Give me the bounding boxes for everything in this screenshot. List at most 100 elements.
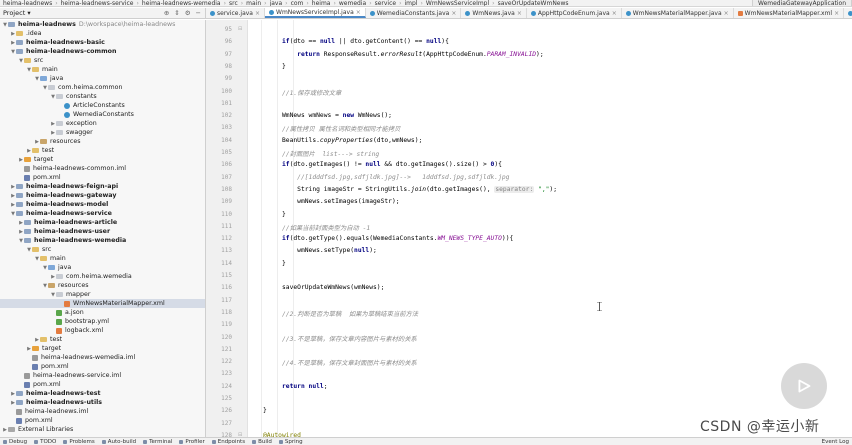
editor-tab[interactable]: WmNewsMaterialMapper.java × — [622, 8, 734, 18]
tree-node[interactable]: ▼ main — [0, 65, 205, 74]
tool-window-button[interactable]: Auto-build — [101, 439, 136, 445]
tree-node[interactable]: ▶ External Libraries — [0, 425, 205, 434]
tree-node[interactable]: ▼ resources — [0, 281, 205, 290]
tree-node[interactable]: ▶ heima-leadnews-gateway — [0, 191, 205, 200]
close-icon[interactable]: × — [834, 10, 839, 17]
line-number-gutter: 95 96 97 98 99 100 101 102 103 104 105 106 107 108 109… — [206, 20, 248, 437]
tree-node[interactable]: ▼ constants — [0, 92, 205, 101]
tree-node[interactable]: ▶ swagger — [0, 128, 205, 137]
tree-node[interactable]: heima-leadnews-wemedia.iml — [0, 353, 205, 362]
close-icon[interactable]: × — [356, 9, 361, 16]
fold-marker-icon[interactable]: ⊟ — [238, 26, 242, 32]
tree-node[interactable]: WemediaConstants — [0, 110, 205, 119]
tree-node[interactable]: ▶ heima-leadnews-feign-api — [0, 182, 205, 191]
tree-node[interactable]: ▶ exception — [0, 119, 205, 128]
close-icon[interactable]: × — [724, 10, 729, 17]
tree-node[interactable]: heima-leadnews.iml — [0, 407, 205, 416]
tree-node[interactable]: ▶ heima-leadnews-test — [0, 389, 205, 398]
close-icon[interactable]: × — [255, 10, 260, 17]
tree-node[interactable]: logback.xml — [0, 326, 205, 335]
tree-node[interactable]: pom.xml — [0, 380, 205, 389]
breadcrumb-item[interactable]: main — [243, 0, 264, 6]
editor-tab[interactable]: WmNews.java × — [461, 8, 527, 18]
breadcrumb-item[interactable]: impl — [402, 0, 421, 6]
gear-icon[interactable]: ⚙ — [185, 9, 191, 17]
tree-node[interactable]: ▼ java — [0, 263, 205, 272]
close-icon[interactable]: × — [451, 10, 456, 17]
breadcrumb-item[interactable]: src — [226, 0, 241, 6]
tree-node[interactable]: ▼ heima-leadnews-service — [0, 209, 205, 218]
tree-node[interactable]: pom.xml — [0, 362, 205, 371]
tree-node[interactable]: ▶ test — [0, 146, 205, 155]
tree-node[interactable]: ▼ src — [0, 245, 205, 254]
close-icon[interactable]: × — [517, 10, 522, 17]
tree-node[interactable]: ▼ java — [0, 74, 205, 83]
tree-node-label: heima-leadnews-wemedia.iml — [41, 354, 136, 361]
tree-node[interactable]: ▼ heima-leadnews-wemedia — [0, 236, 205, 245]
tree-node[interactable]: ▼ main — [0, 254, 205, 263]
video-play-button[interactable] — [781, 363, 827, 409]
breadcrumb-item[interactable]: com — [288, 0, 307, 6]
event-log-button[interactable]: Event Log — [822, 439, 852, 445]
breadcrumb-item[interactable]: service — [372, 0, 400, 6]
tree-node[interactable]: ▼ mapper — [0, 290, 205, 299]
tree-node[interactable]: ▶ heima-leadnews-article — [0, 218, 205, 227]
tree-node[interactable]: bootstrap.yml — [0, 317, 205, 326]
tool-window-button[interactable]: TODO — [34, 439, 56, 445]
tool-window-button[interactable]: Build — [252, 439, 272, 445]
tree-node[interactable]: ▼ heima-leadnews D:\workspace\heima-leadne… — [0, 20, 205, 29]
tree-node[interactable]: a.json — [0, 308, 205, 317]
tree-node[interactable]: ▶ target — [0, 344, 205, 353]
tree-node[interactable]: pom.xml — [0, 416, 205, 425]
project-view-selector[interactable]: Project ▾ — [3, 9, 31, 17]
tree-node[interactable]: heima-leadnews-service.iml — [0, 371, 205, 380]
editor-tab[interactable]: WmNewsServiceImpl.java × — [265, 8, 366, 18]
tree-node[interactable]: ArticleConstants — [0, 101, 205, 110]
tree-node[interactable]: WmNewsMaterialMapper.xml — [0, 299, 205, 308]
breadcrumb-item[interactable]: saveOrUpdateWmNews — [495, 0, 572, 6]
tool-window-button[interactable]: Terminal — [143, 439, 172, 445]
breadcrumb-item[interactable]: WmNewsServiceImpl — [423, 0, 492, 6]
package-icon — [56, 292, 63, 297]
tree-node-label: swagger — [66, 129, 93, 136]
tree-node[interactable]: ▶ heima-leadnews-model — [0, 200, 205, 209]
split-icon[interactable]: ⇕ — [174, 9, 179, 17]
tree-node[interactable]: ▶ target — [0, 155, 205, 164]
tree-node[interactable]: ▶ resources — [0, 137, 205, 146]
tree-node[interactable]: pom.xml — [0, 173, 205, 182]
editor-tab[interactable]: WmNewsDto.java× — [844, 8, 852, 18]
code-token: (dto,wmNews); — [373, 136, 423, 144]
editor-tab[interactable]: service.java × — [206, 8, 266, 18]
editor-tab[interactable]: AppHttpCodeEnum.java × — [527, 8, 622, 18]
run-configuration-selector[interactable]: WemediaGatewayApplication — [752, 0, 852, 6]
tool-window-button[interactable]: Problems — [63, 439, 95, 445]
tree-node[interactable]: ▼ src — [0, 56, 205, 65]
editor-tab[interactable]: WmNewsMaterialMapper.xml × — [734, 8, 845, 18]
minus-icon[interactable]: − — [196, 9, 201, 17]
tree-node[interactable]: ▶ heima-leadnews-basic — [0, 38, 205, 47]
tree-node[interactable]: heima-leadnews-common.iml — [0, 164, 205, 173]
code-editor[interactable]: if(dto == null || dto.getContent() == nu… — [249, 20, 852, 437]
breadcrumb-item[interactable]: java — [267, 0, 286, 6]
editor-tab[interactable]: WemediaConstants.java × — [366, 8, 462, 18]
tool-window-button[interactable]: Endpoints — [211, 439, 245, 445]
tool-window-button[interactable]: Debug — [3, 439, 27, 445]
tree-node[interactable]: ▼ heima-leadnews-common — [0, 47, 205, 56]
close-icon[interactable]: × — [612, 10, 617, 17]
breadcrumb-item[interactable]: heima-leadnews-wemedia — [139, 0, 224, 6]
breadcrumb-item[interactable]: heima-leadnews — [0, 0, 55, 6]
tool-window-button[interactable]: Spring — [278, 439, 303, 445]
tree-node[interactable]: ▶ .idea — [0, 29, 205, 38]
tree-node[interactable]: ▶ heima-leadnews-user — [0, 227, 205, 236]
tree-node[interactable]: ▶ test — [0, 335, 205, 344]
tree-node[interactable]: ▼ com.heima.common — [0, 83, 205, 92]
breadcrumb-item[interactable]: heima — [309, 0, 334, 6]
tree-node-label: heima-leadnews-service — [26, 210, 112, 217]
globe-icon[interactable]: ⊕ — [164, 9, 169, 17]
tree-node[interactable]: ▶ heima-leadnews-utils — [0, 398, 205, 407]
breadcrumb-item[interactable]: heima-leadnews-service — [58, 0, 137, 6]
project-tree[interactable]: ▼ heima-leadnews D:\workspace\heima-leadne… — [0, 20, 206, 437]
tree-node[interactable]: ▶ com.heima.wemedia — [0, 272, 205, 281]
breadcrumb-item[interactable]: wemedia — [336, 0, 369, 6]
tool-window-button[interactable]: Profiler — [179, 439, 205, 445]
